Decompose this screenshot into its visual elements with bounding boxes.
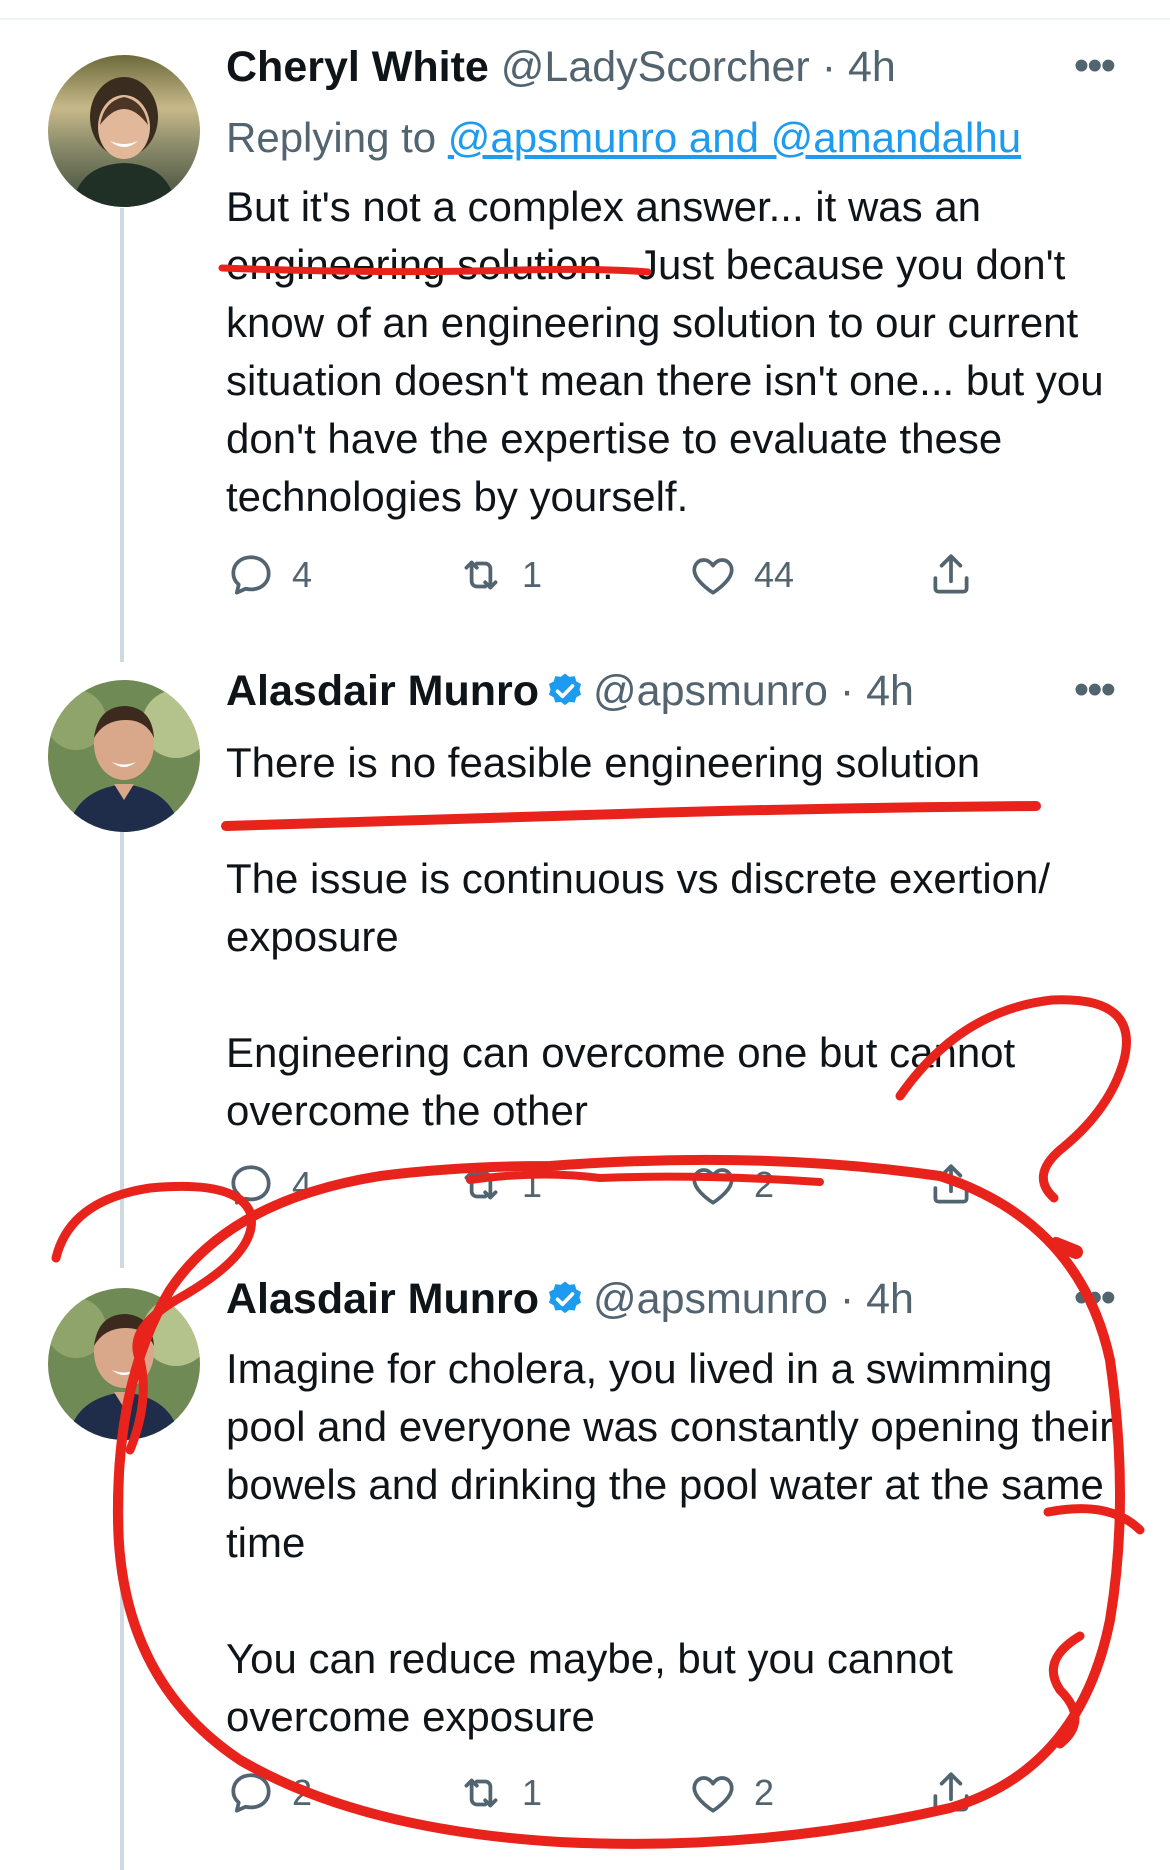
timestamp[interactable]: · 4h [822,43,896,91]
more-icon[interactable]: ••• [1074,44,1116,88]
top-divider [0,18,1170,20]
like-icon [692,1168,734,1205]
thread-line [120,818,124,1268]
more-icon[interactable]: ••• [1074,668,1116,712]
thread-line [120,208,124,662]
reply-icon [231,1165,271,1205]
share-button[interactable] [926,1768,976,1818]
tweet-header: Alasdair Munro @apsmunro · 4h [226,1278,914,1321]
reply-button[interactable]: 4 [226,550,312,600]
like-count: 44 [754,554,795,595]
avatar[interactable] [48,680,200,832]
avatar-photo [48,680,200,832]
display-name[interactable]: Cheryl White [226,43,489,91]
verified-badge-icon [549,1281,581,1314]
reply-count: 4 [292,554,313,595]
timestamp[interactable]: · 4h [840,1275,914,1323]
share-button[interactable] [926,550,976,600]
avatar-photo [48,1288,200,1440]
replying-to: Replying to @apsmunro and @amandalhu [226,114,1021,162]
reply-icon [231,1773,271,1813]
retweet-count: 1 [522,554,543,595]
replying-to-link[interactable]: @apsmunro and @amandalhu [448,114,1021,161]
tweet-actions: 4 1 2 [226,1160,986,1210]
like-button[interactable]: 2 [688,1160,774,1210]
avatar-photo [48,55,200,207]
like-icon [692,1776,734,1813]
like-button[interactable]: 2 [688,1768,774,1818]
user-handle[interactable]: @apsmunro [593,1275,828,1323]
retweet-count: 1 [522,1772,543,1813]
retweet-button[interactable]: 1 [456,550,542,600]
reply-count: 4 [292,1164,313,1205]
share-icon [933,1164,969,1204]
more-icon[interactable]: ••• [1074,1276,1116,1320]
avatar[interactable] [48,55,200,207]
share-button[interactable] [926,1160,976,1210]
reply-button[interactable]: 2 [226,1768,312,1818]
user-handle[interactable]: @apsmunro [593,667,828,715]
replying-to-label: Replying to [226,114,448,161]
tweet-actions: 2 1 2 [226,1768,986,1818]
retweet-icon [464,560,498,590]
verified-badge-icon [549,673,581,706]
tweet-actions: 4 1 44 [226,550,986,600]
reply-icon [231,555,271,595]
retweet-count: 1 [522,1164,543,1205]
tweet-text: But it's not a complex answer... it was … [226,183,1116,520]
timestamp[interactable]: · 4h [840,667,914,715]
tweet-header: Cheryl White @LadyScorcher · 4h [226,46,896,89]
retweet-button[interactable]: 1 [456,1768,542,1818]
retweet-button[interactable]: 1 [456,1160,542,1210]
reply-button[interactable]: 4 [226,1160,312,1210]
share-icon [933,1772,969,1812]
reply-count: 2 [292,1772,313,1813]
retweet-icon [464,1778,498,1808]
retweet-icon [464,1170,498,1200]
user-handle[interactable]: @LadyScorcher [501,43,810,91]
like-count: 2 [754,1164,775,1205]
tweet-text: There is no feasible engineering solutio… [226,739,1051,1134]
share-icon [933,554,969,594]
tweet-text: Imagine for cholera, you lived in a swim… [226,1345,1114,1740]
like-button[interactable]: 44 [688,550,794,600]
like-count: 2 [754,1772,775,1813]
avatar[interactable] [48,1288,200,1440]
like-icon [692,558,734,595]
tweet-header: Alasdair Munro @apsmunro · 4h [226,670,914,713]
annotation-question-mark-dot [1049,1237,1083,1259]
display-name[interactable]: Alasdair Munro [226,1275,539,1323]
display-name[interactable]: Alasdair Munro [226,667,539,715]
thread-line [120,1426,124,1870]
